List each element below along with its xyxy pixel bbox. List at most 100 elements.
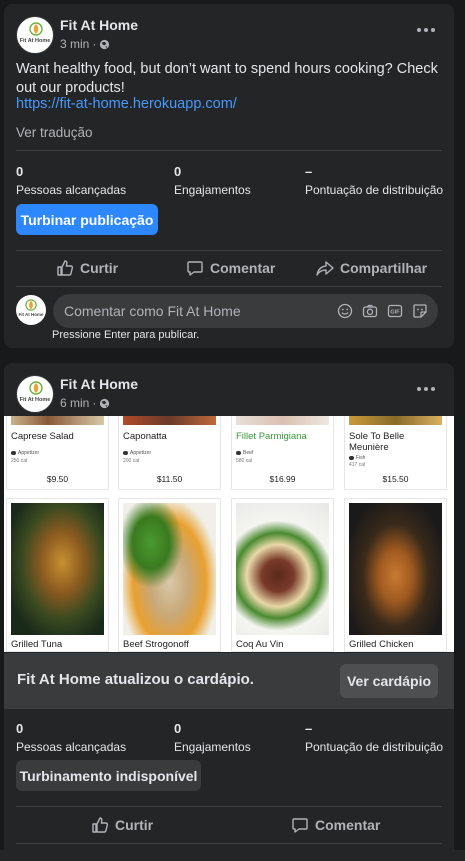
leaf-logo-icon — [29, 381, 43, 395]
stat-engagement: 0 Engajamentos — [174, 164, 251, 197]
menu-item-name: Grilled Tuna — [11, 639, 63, 650]
comment-composer: Fit At Home Comentar como Fit At Home GI… — [16, 294, 442, 328]
like-icon — [92, 817, 109, 833]
comment-placeholder: Comentar como Fit At Home — [64, 303, 241, 319]
page-avatar[interactable]: Fit At Home — [16, 375, 54, 413]
stat-value: 0 — [16, 721, 24, 736]
food-photo — [236, 416, 329, 425]
camera-icon[interactable] — [362, 303, 378, 319]
post-time[interactable]: 3 min — [60, 37, 89, 51]
tag-label: Beef — [243, 450, 254, 456]
menu-item-card: Coq Au Vin — [231, 498, 334, 652]
like-label: Curtir — [80, 260, 119, 276]
tag-label: Fish — [356, 455, 366, 461]
stat-value: 0 — [174, 164, 182, 179]
page-avatar[interactable]: Fit At Home — [16, 16, 54, 54]
sticker-icon[interactable] — [412, 303, 428, 319]
meta-dot: · — [92, 37, 97, 51]
menu-item-name: Beef Strogonoff — [123, 639, 189, 650]
menu-item-card: Grilled Tuna — [6, 498, 109, 652]
logo-text: Fit At Home — [19, 38, 51, 44]
commenter-avatar[interactable]: Fit At Home — [16, 295, 46, 325]
menu-item-price: $11.50 — [156, 474, 183, 484]
next-composer-peek — [0, 850, 465, 861]
share-button[interactable]: Compartilhar — [316, 259, 427, 277]
divider — [16, 286, 442, 287]
menu-item-tag: Beef — [236, 450, 253, 456]
globe-icon — [100, 398, 110, 408]
like-icon — [57, 260, 74, 276]
comment-icon — [292, 818, 308, 833]
food-photo — [349, 503, 442, 635]
author-name[interactable]: Fit At Home — [60, 17, 138, 33]
stat-reach: 0 Pessoas alcançadas — [16, 164, 126, 197]
post-card: Fit At Home Fit At Home 3 min · Want hea… — [4, 4, 454, 348]
boost-post-button[interactable]: Turbinar publicação — [16, 204, 158, 235]
like-button[interactable]: Curtir — [56, 259, 118, 277]
svg-text:GIF: GIF — [390, 310, 400, 316]
post-link[interactable]: https://fit-at-home.herokuapp.com/ — [16, 96, 237, 112]
tag-label: Appetizer — [18, 450, 40, 456]
menu-item-price: $9.50 — [46, 474, 69, 484]
divider — [16, 250, 442, 251]
stat-label: Pontuação de distribuição — [305, 740, 444, 754]
stat-label: Pessoas alcançadas — [16, 740, 127, 754]
divider — [16, 806, 442, 807]
menu-update-bar: Fit At Home atualizou o cardápio. Ver ca… — [4, 653, 454, 709]
see-menu-button[interactable]: Ver cardápio — [340, 664, 438, 698]
menu-item-tag: Appetizer — [123, 450, 151, 456]
food-photo — [236, 503, 329, 635]
logo-text: Fit At Home — [19, 397, 51, 403]
meta-dot: · — [92, 396, 97, 410]
menu-item-price: $15.50 — [382, 474, 409, 484]
more-icon[interactable] — [414, 22, 438, 38]
stat-label: Engajamentos — [174, 740, 251, 754]
comment-label: Comentar — [210, 260, 276, 276]
post-header: Fit At Home Fit At Home 3 min · — [16, 16, 442, 56]
stat-value: 0 — [16, 164, 24, 179]
like-button[interactable]: Curtir — [91, 816, 153, 834]
post-text: Want healthy food, but don’t want to spe… — [16, 61, 438, 96]
comment-input[interactable]: Comentar como Fit At Home GIF — [53, 294, 438, 328]
food-photo — [349, 416, 442, 425]
post-meta: 3 min · — [60, 37, 110, 51]
boost-unavailable-button[interactable]: Turbinamento indisponível — [16, 760, 201, 791]
menu-item-card: Sole To Belle Meunière Fish 417 cal $15.… — [344, 416, 447, 490]
menu-item-card: Grilled Chicken — [344, 498, 447, 652]
menu-item-name: Caprese Salad — [11, 431, 74, 442]
menu-item-cal: 200 cal — [123, 458, 140, 464]
share-label: Compartilhar — [340, 260, 428, 276]
menu-item-name: Coq Au Vin — [236, 639, 284, 650]
divider — [16, 843, 442, 844]
menu-item-name: Caponatta — [123, 431, 167, 442]
menu-item-name: Sole To Belle Meunière — [349, 431, 405, 453]
gif-icon[interactable]: GIF — [387, 303, 403, 319]
author-name[interactable]: Fit At Home — [60, 376, 138, 392]
menu-item-cal: 250 cal — [11, 458, 28, 464]
comment-label: Comentar — [315, 817, 381, 833]
see-translation-link[interactable]: Ver tradução — [16, 125, 93, 140]
menu-item-name: Fillet Parmigiana — [236, 431, 307, 442]
stat-distribution: – Pontuação de distribuição — [305, 164, 443, 197]
comment-button[interactable]: Comentar — [291, 816, 380, 834]
food-photo — [123, 503, 216, 635]
emoji-icon[interactable] — [337, 303, 353, 319]
stat-distribution: – Pontuação de distribuição — [305, 721, 443, 754]
menu-item-name: Grilled Chicken — [349, 639, 414, 650]
comment-button[interactable]: Comentar — [186, 259, 275, 277]
comment-tools: GIF — [337, 303, 428, 319]
comment-icon — [187, 261, 203, 276]
share-icon — [316, 261, 334, 276]
tag-label: Appetizer — [130, 450, 152, 456]
food-photo — [11, 416, 104, 425]
more-icon[interactable] — [414, 381, 438, 397]
menu-update-text: Fit At Home atualizou o cardápio. — [17, 671, 254, 688]
leaf-logo-icon — [29, 22, 43, 36]
menu-preview-image[interactable]: Caprese Salad Appetizer 250 cal $9.50 Ca… — [4, 416, 454, 652]
menu-item-cal: 417 cal — [349, 462, 366, 468]
stat-reach: 0 Pessoas alcançadas — [16, 721, 126, 754]
menu-item-card: Caprese Salad Appetizer 250 cal $9.50 — [6, 416, 109, 490]
post-meta: 6 min · — [60, 396, 110, 410]
post-time[interactable]: 6 min — [60, 396, 89, 410]
food-photo — [11, 503, 104, 635]
